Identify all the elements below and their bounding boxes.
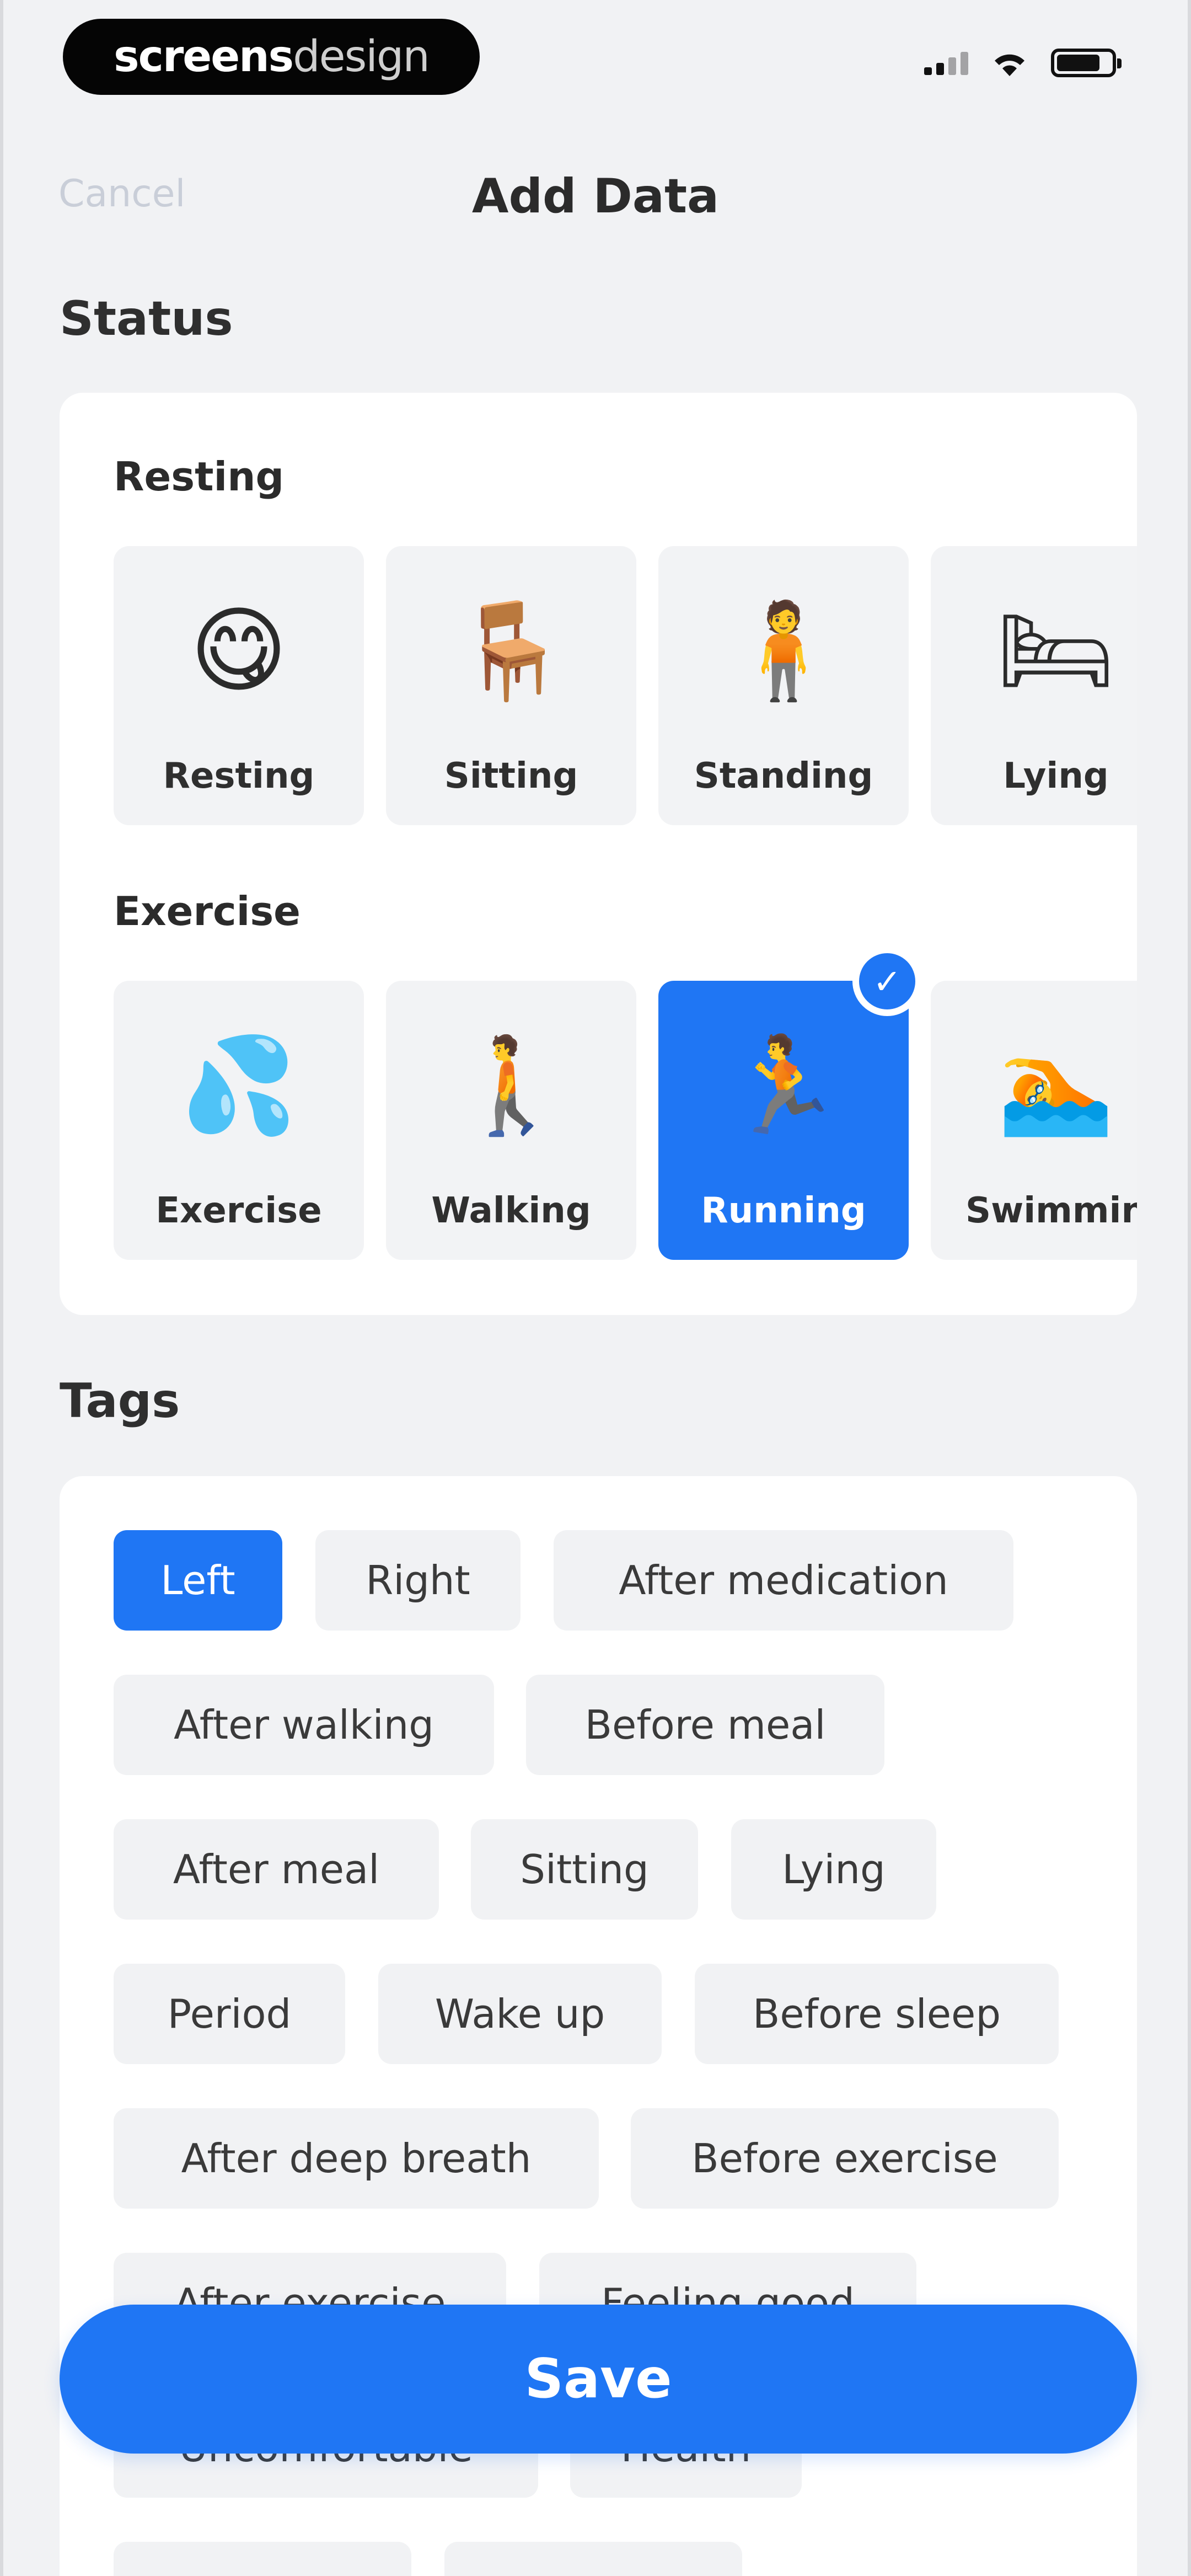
tag-before-meal[interactable]: Before meal	[526, 1675, 884, 1775]
status-tile-label: Lying	[1003, 756, 1109, 797]
status-tile-sitting[interactable]: 🪑 Sitting	[386, 546, 636, 825]
save-button[interactable]: Save	[60, 2305, 1137, 2454]
brand-bold-text: screens	[114, 32, 294, 82]
group-label-resting: Resting	[114, 453, 285, 500]
status-tile-label: Walking	[431, 1190, 591, 1231]
status-tile-resting[interactable]: 😋 Resting	[114, 546, 364, 825]
status-tile-exercise[interactable]: 💦 Exercise	[114, 981, 364, 1260]
brand-thin-text: design	[293, 32, 430, 82]
sweat-droplets-icon: 💦	[180, 1031, 297, 1140]
wifi-icon	[995, 54, 1024, 76]
page-title: Add Data	[471, 169, 720, 224]
status-tile-label: Sitting	[444, 756, 578, 797]
status-tile-standing[interactable]: 🧍 Standing	[658, 546, 909, 825]
nav-bar: Cancel Add Data	[3, 154, 1188, 232]
standing-person-icon: 🧍	[725, 596, 842, 706]
chair-icon: 🪑	[453, 596, 570, 706]
app-screen: screens design Cancel Add Data Status Res…	[0, 0, 1191, 2576]
tag-partial[interactable]	[444, 2542, 742, 2576]
status-tile-walking[interactable]: 🚶 Walking	[386, 981, 636, 1260]
running-person-icon: 🏃	[725, 1031, 842, 1140]
tags-section-title: Tags	[60, 1373, 180, 1429]
tag-left[interactable]: Left	[114, 1530, 282, 1631]
swimmer-icon: 🏊	[997, 1031, 1114, 1140]
yum-face-icon: 😋	[190, 596, 288, 706]
tag-wake-up[interactable]: Wake up	[378, 1964, 662, 2064]
status-section-title: Status	[60, 291, 233, 346]
tag-lying[interactable]: Lying	[731, 1819, 936, 1920]
group-label-exercise: Exercise	[114, 888, 301, 934]
status-row-exercise[interactable]: 💦 Exercise 🚶 Walking 🏃 Running 🏊 Swimmin	[114, 981, 1137, 1260]
tag-after-meal[interactable]: After meal	[114, 1819, 439, 1920]
status-tile-label: Running	[701, 1190, 866, 1231]
status-tile-running[interactable]: 🏃 Running	[658, 981, 909, 1260]
tag-right[interactable]: Right	[315, 1530, 521, 1631]
bed-icon: 🛏	[996, 596, 1115, 706]
tag-after-deep-breath[interactable]: After deep breath	[114, 2108, 599, 2209]
status-tile-label: Standing	[694, 756, 873, 797]
status-tile-label: Resting	[163, 756, 315, 797]
status-row-resting[interactable]: 😋 Resting 🪑 Sitting 🧍 Standing 🛏 Lying	[114, 546, 1137, 825]
tag-after-walking[interactable]: After walking	[114, 1675, 494, 1775]
status-card: Resting 😋 Resting 🪑 Sitting 🧍 Standing 🛏…	[60, 393, 1137, 1315]
status-tile-lying[interactable]: 🛏 Lying	[931, 546, 1137, 825]
status-tile-label: Swimmin	[965, 1190, 1137, 1231]
tag-period[interactable]: Period	[114, 1964, 345, 2064]
system-icons	[924, 49, 1122, 77]
selected-check-icon: ✓	[852, 947, 922, 1016]
walking-person-icon: 🚶	[453, 1031, 570, 1140]
tag-sitting[interactable]: Sitting	[471, 1819, 698, 1920]
cellular-signal-icon	[924, 51, 968, 75]
status-bar: screens design	[3, 0, 1188, 121]
battery-icon	[1051, 49, 1122, 77]
status-tile-swimming[interactable]: 🏊 Swimmin	[931, 981, 1137, 1260]
status-tile-label: Exercise	[155, 1190, 322, 1231]
tag-before-exercise[interactable]: Before exercise	[631, 2108, 1059, 2209]
tag-before-sleep[interactable]: Before sleep	[695, 1964, 1059, 2064]
tag-partial[interactable]	[114, 2542, 411, 2576]
tag-after-medication[interactable]: After medication	[554, 1530, 1013, 1631]
brand-watermark: screens design	[63, 19, 480, 95]
